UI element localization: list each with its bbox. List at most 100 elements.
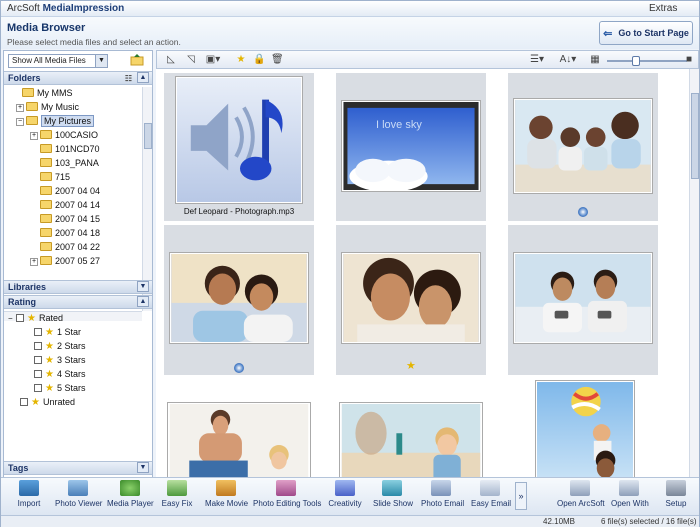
trash-icon[interactable]: 🗑	[271, 54, 284, 66]
checkbox[interactable]	[34, 328, 42, 336]
thumbnail-item[interactable]: Def Leopard - Photograph.mp3	[164, 73, 314, 221]
open-with-button[interactable]: Open With	[611, 480, 649, 514]
page-subtitle: Please select media files and select an …	[7, 37, 181, 47]
large-thumbnail-icon[interactable]: ■	[683, 54, 695, 66]
tree-item[interactable]: 2007 04 22	[40, 241, 100, 254]
thumbnail-item[interactable]	[336, 379, 486, 477]
view-options-icon[interactable]: ☷	[125, 73, 132, 85]
tags-section-header[interactable]: Tags ▼	[4, 461, 152, 475]
media-player-button[interactable]: Media Player	[107, 480, 154, 514]
tree-item[interactable]: + My Music	[16, 101, 79, 114]
tree-item[interactable]: +100CASIO	[30, 129, 98, 142]
sort-icon[interactable]: A↓▾	[557, 54, 579, 66]
expand-icon[interactable]: +	[30, 132, 38, 140]
media-filter-select[interactable]: Show All Media Files ▼	[8, 54, 108, 68]
thumbnail-item[interactable]	[508, 379, 658, 477]
rating-label: Unrated	[42, 397, 75, 407]
checkbox[interactable]	[34, 356, 42, 364]
checkbox[interactable]	[34, 370, 42, 378]
rating-rated[interactable]: − ★ Rated	[8, 312, 63, 325]
tree-item[interactable]: 2007 04 15	[40, 213, 100, 226]
scrollbar-thumb[interactable]	[691, 93, 699, 179]
open-arcsoft-button[interactable]: Open ArcSoft	[557, 480, 605, 514]
thumbnail-item[interactable]	[508, 225, 658, 375]
folders-section-header[interactable]: Folders ☷ ▲	[4, 71, 152, 85]
rating-item[interactable]: ★ 2 Stars	[34, 340, 85, 353]
creativity-button[interactable]: Creativity	[327, 480, 363, 514]
collapse-icon[interactable]: ▲	[137, 296, 149, 307]
tree-item[interactable]: +2007 05 27	[30, 255, 100, 268]
tree-item-label: 2007 05 27	[55, 256, 101, 266]
thumbnail-item[interactable]: I love sky	[336, 73, 486, 221]
folder-icon	[40, 130, 52, 139]
checkbox[interactable]	[34, 384, 42, 392]
slider-knob[interactable]	[632, 56, 640, 66]
expand-icon[interactable]: +	[30, 258, 38, 266]
lock-icon[interactable]: 🔒	[253, 54, 265, 66]
tree-item-label: 2007 04 22	[55, 242, 101, 252]
scrollbar-thumb[interactable]	[144, 123, 152, 149]
open-with-icon	[619, 480, 639, 496]
make-movie-button[interactable]: Make Movie	[205, 480, 248, 514]
easy-email-label: Easy Email	[471, 499, 512, 508]
rotate-right-icon[interactable]: ◹	[185, 54, 197, 66]
libraries-section-header[interactable]: Libraries ▼	[4, 280, 152, 294]
rating-item[interactable]: ★ 5 Stars	[34, 382, 85, 395]
star-rate-icon[interactable]: ★	[235, 54, 247, 66]
tree-item[interactable]: 103_PANA	[40, 157, 99, 170]
thumbnail-item[interactable]	[164, 225, 314, 375]
go-to-start-page-button[interactable]: ⇐ Go to Start Page	[599, 21, 693, 45]
tree-item[interactable]: 2007 04 18	[40, 227, 100, 240]
thumbnail-size-slider[interactable]	[607, 56, 687, 66]
folder-up-icon[interactable]	[130, 53, 144, 67]
open-arcsoft-icon	[570, 480, 590, 496]
tree-item[interactable]: 2007 04 04	[40, 185, 100, 198]
slide-show-button[interactable]: Slide Show	[373, 480, 413, 514]
rating-section-header[interactable]: Rating ▲	[4, 295, 152, 309]
easy-fix-icon	[167, 480, 187, 496]
easy-fix-button[interactable]: Easy Fix	[161, 480, 193, 514]
view-mode-icon[interactable]: ☰▾	[527, 54, 547, 66]
expand-icon[interactable]: +	[16, 104, 24, 112]
more-actions-button[interactable]: »	[515, 482, 527, 510]
import-button[interactable]: Import	[13, 480, 45, 514]
thumbnail-item[interactable]: ★	[336, 225, 486, 375]
photo-editing-tools-button[interactable]: Photo Editing Tools	[253, 480, 321, 514]
grid-view-icon[interactable]: ▦	[589, 54, 601, 66]
folder-icon	[22, 88, 34, 97]
expand-section-icon[interactable]: ▼	[137, 462, 149, 473]
tree-item[interactable]: 2007 04 14	[40, 199, 100, 212]
photo-email-button[interactable]: Photo Email	[421, 480, 464, 514]
image-menu-icon[interactable]: ▣▾	[203, 54, 223, 66]
setup-button[interactable]: Setup	[663, 480, 689, 514]
tree-item-label: 101NCD70	[55, 144, 100, 154]
tree-item-selected[interactable]: − My Pictures	[16, 115, 95, 128]
easy-email-button[interactable]: Easy Email	[471, 480, 512, 514]
rating-item[interactable]: ★ 3 Stars	[34, 354, 85, 367]
folder-tree-scrollbar[interactable]	[142, 87, 152, 311]
tree-item[interactable]: My MMS	[22, 87, 73, 100]
tree-item[interactable]: 715	[40, 171, 70, 184]
expand-section-icon[interactable]: ▼	[137, 281, 149, 292]
thumbnail-grid: Def Leopard - Photograph.mp3 I love sky	[156, 69, 689, 477]
thumbnail-item[interactable]	[164, 379, 314, 477]
collapse-icon[interactable]: ▲	[137, 72, 149, 83]
checkbox[interactable]	[16, 314, 24, 322]
thumbnail-item[interactable]	[508, 73, 658, 221]
thumbnail-grid-scrollbar[interactable]	[689, 69, 699, 477]
collapse-tree-icon[interactable]: −	[16, 118, 24, 126]
photo-viewer-button[interactable]: Photo Viewer	[55, 480, 102, 514]
collapse-tree-icon[interactable]: −	[8, 312, 16, 325]
tree-item[interactable]: 101NCD70	[40, 143, 100, 156]
title-bar: ArcSoft MediaImpression Extras	[1, 1, 699, 17]
rating-item[interactable]: ★ 4 Stars	[34, 368, 85, 381]
rotate-left-icon[interactable]: ◺	[165, 54, 177, 66]
app-title: ArcSoft MediaImpression	[7, 3, 124, 14]
checkbox[interactable]	[20, 398, 28, 406]
checkbox[interactable]	[34, 342, 42, 350]
make-movie-icon	[216, 480, 236, 496]
rating-item[interactable]: ★ 1 Star	[34, 326, 81, 339]
extras-menu[interactable]: Extras	[649, 3, 677, 14]
gear-icon	[666, 480, 686, 496]
rating-unrated[interactable]: ★ Unrated	[20, 396, 75, 409]
